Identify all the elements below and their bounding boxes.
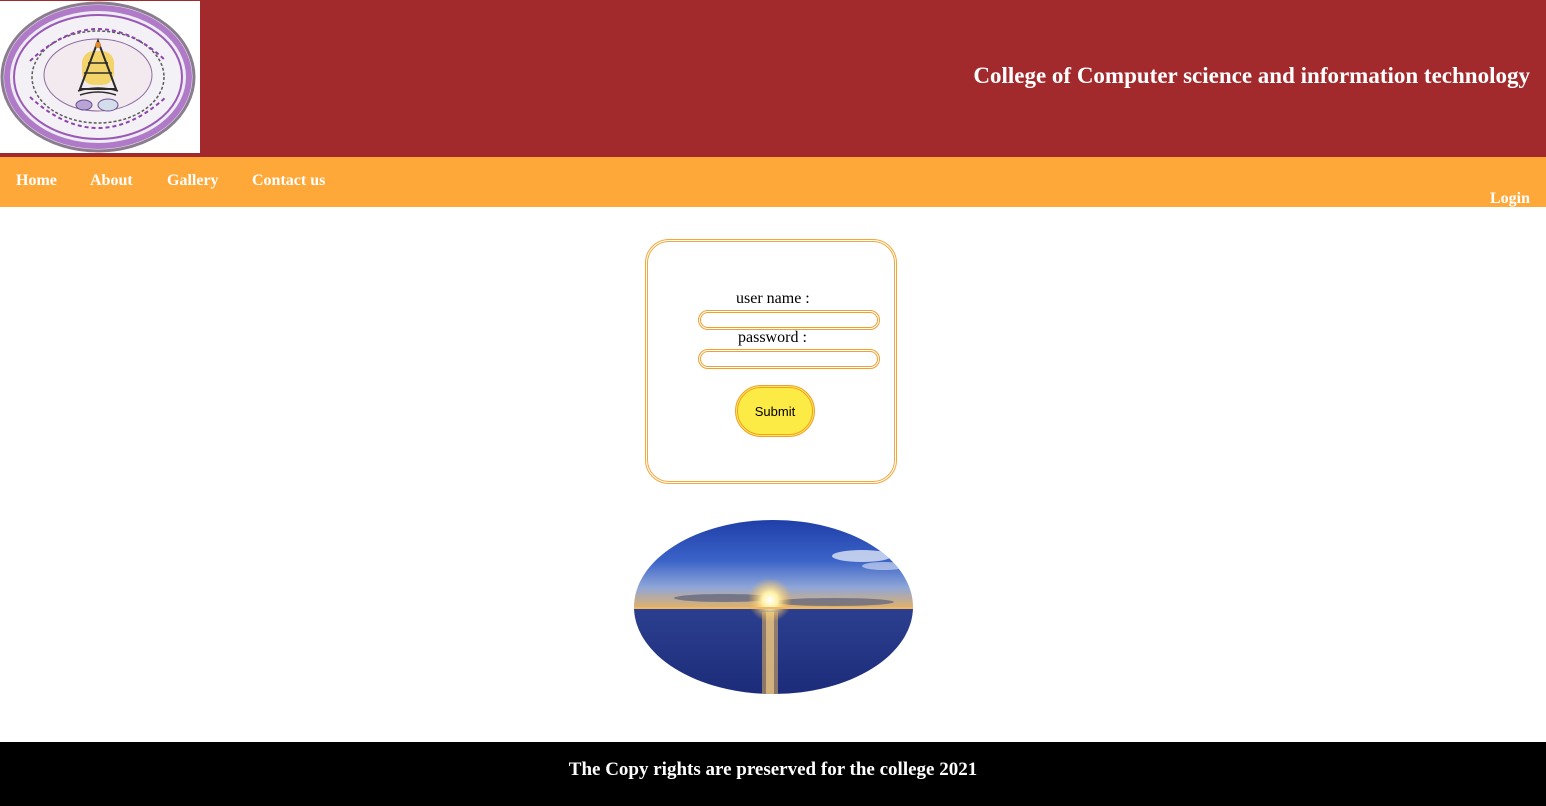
ocean-sunset-image (634, 520, 913, 694)
college-seal-icon (0, 1, 200, 153)
nav-item-contact-us[interactable]: Contact us (252, 172, 325, 190)
password-label: password : (738, 329, 807, 346)
username-input[interactable] (698, 310, 880, 330)
nav-item-gallery[interactable]: Gallery (167, 172, 219, 190)
username-label: user name : (736, 290, 810, 307)
college-title: College of Computer science and informat… (973, 63, 1530, 88)
copyright-text: The Copy rights are preserved for the co… (568, 759, 978, 780)
header-banner: College of Computer science and informat… (0, 0, 1546, 157)
navigation-bar: Home About Gallery Contact us Login (0, 157, 1546, 207)
nav-item-home[interactable]: Home (16, 172, 57, 190)
college-logo (0, 1, 200, 153)
password-input[interactable] (698, 349, 880, 369)
nav-item-about[interactable]: About (90, 172, 133, 190)
login-form: user name : password : Submit (645, 239, 897, 484)
footer: The Copy rights are preserved for the co… (0, 742, 1546, 806)
ocean-sunset-icon (634, 520, 913, 694)
submit-button[interactable]: Submit (735, 385, 815, 437)
nav-item-login[interactable]: Login (1490, 190, 1530, 208)
